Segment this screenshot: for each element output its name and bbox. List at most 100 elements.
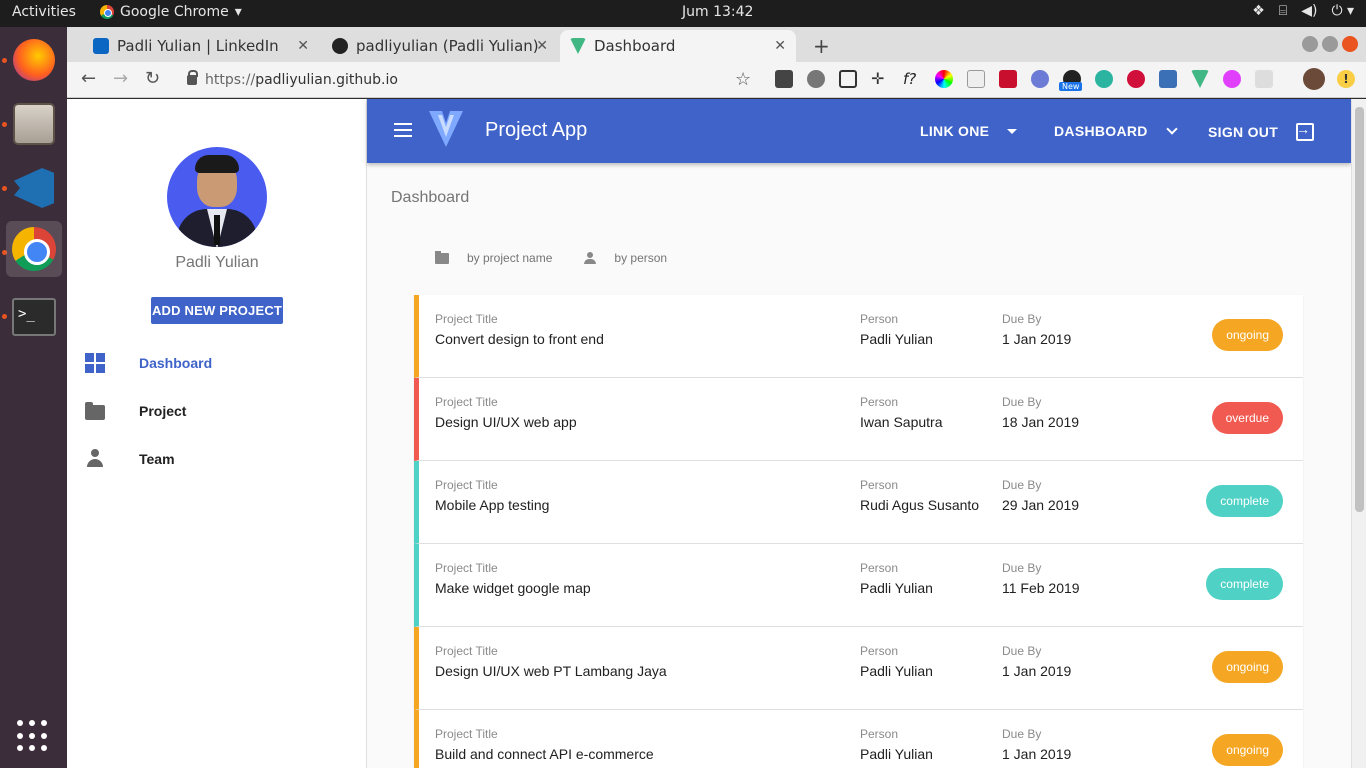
project-card[interactable]: Project Title Make widget google map Perso… <box>414 544 1303 627</box>
due-cell: Due By 1 Jan 2019 <box>1002 312 1071 347</box>
vue-devtools-icon[interactable] <box>1191 70 1209 88</box>
page-viewport: Padli Yulian ADD NEW PROJECT Dashboard P… <box>67 99 1366 768</box>
extension-icon[interactable] <box>935 70 953 88</box>
url-scheme: https:// <box>205 72 256 88</box>
page-scrollbar[interactable] <box>1351 99 1366 768</box>
terminal-icon: >_ <box>12 298 56 336</box>
project-title-cell: Project Title Convert design to front end <box>435 312 604 347</box>
nav-item-label: Project <box>139 403 187 419</box>
person-icon <box>584 252 597 264</box>
link-one-label: LINK ONE <box>920 123 990 139</box>
person-caption: Person <box>860 561 899 575</box>
tab-linkedin[interactable]: Padli Yulian | LinkedIn ✕ <box>83 30 319 62</box>
status-badge[interactable]: overdue <box>1211 402 1283 434</box>
extension-icon[interactable] <box>999 70 1017 88</box>
system-tray[interactable]: ❖ ⌸ ◀) ⏻ ▾ <box>1252 3 1354 19</box>
project-title: Mobile App testing <box>435 497 550 513</box>
tab-title: Padli Yulian | LinkedIn <box>117 37 279 55</box>
project-due-date: 1 Jan 2019 <box>1002 331 1072 347</box>
reload-button[interactable]: ↻ <box>145 68 160 89</box>
sort-by-person-button[interactable]: by person <box>580 251 671 265</box>
sort-by-project-button[interactable]: by project name <box>431 250 556 265</box>
extension-icon[interactable] <box>1223 70 1241 88</box>
person-icon <box>85 449 105 469</box>
extension-icon[interactable] <box>775 70 793 88</box>
sign-out-button[interactable]: SIGN OUT <box>1208 121 1315 141</box>
add-new-project-button[interactable]: ADD NEW PROJECT <box>151 297 283 324</box>
maximize-button[interactable] <box>1322 36 1338 52</box>
close-window-button[interactable] <box>1342 36 1358 52</box>
status-badge[interactable]: complete <box>1206 568 1283 600</box>
close-icon[interactable]: ✕ <box>536 38 548 54</box>
dropbox-icon[interactable]: ❖ <box>1252 3 1265 19</box>
status-badge[interactable]: ongoing <box>1212 651 1283 683</box>
link-one-menu-button[interactable]: LINK ONE <box>920 123 1018 139</box>
due-caption: Due By <box>1002 478 1042 492</box>
extension-icon[interactable] <box>839 70 857 88</box>
due-cell: Due By 18 Jan 2019 <box>1002 395 1079 430</box>
nav-item-project[interactable]: Project <box>67 387 367 435</box>
extension-icon[interactable] <box>1031 70 1049 88</box>
network-icon[interactable]: ⌸ <box>1279 3 1287 19</box>
project-card[interactable]: Project Title Mobile App testing Person Rud… <box>414 461 1303 544</box>
terminal-launcher[interactable]: >_ <box>6 289 62 345</box>
extension-icon[interactable] <box>1255 70 1273 88</box>
extension-icon[interactable] <box>807 70 825 88</box>
status-badge[interactable]: ongoing <box>1212 734 1283 766</box>
github-icon <box>332 38 348 54</box>
extension-icon[interactable] <box>1095 70 1113 88</box>
vscode-launcher[interactable] <box>6 160 62 216</box>
new-tab-button[interactable]: + <box>813 34 830 58</box>
nav-item-team[interactable]: Team <box>67 435 367 483</box>
extension-icon[interactable]: f? <box>903 70 921 88</box>
person-caption: Person <box>860 395 899 409</box>
back-button[interactable]: ← <box>81 68 96 89</box>
status-badge[interactable]: complete <box>1206 485 1283 517</box>
profile-avatar[interactable] <box>1303 68 1325 90</box>
person-caption: Person <box>860 644 899 658</box>
project-card[interactable]: Project Title Design UI/UX web app Person I… <box>414 378 1303 461</box>
update-menu-icon[interactable]: ! <box>1337 70 1355 88</box>
extension-icon[interactable]: New <box>1059 70 1083 91</box>
chrome-launcher[interactable] <box>6 221 62 277</box>
power-icon[interactable]: ⏻ ▾ <box>1331 3 1354 19</box>
linkedin-icon <box>93 38 109 54</box>
dock: >_ <box>0 27 67 768</box>
tab-dashboard[interactable]: Dashboard ✕ <box>560 30 796 62</box>
url-text[interactable]: https://padliyulian.github.io <box>205 72 398 88</box>
address-bar[interactable]: https://padliyulian.github.io <box>177 66 777 94</box>
volume-icon[interactable]: ◀) <box>1301 3 1317 19</box>
tab-github[interactable]: padliyulian (Padli Yulian) ✕ <box>322 30 558 62</box>
app-menu[interactable]: Google Chrome ▾ <box>100 4 242 20</box>
project-card[interactable]: Project Title Convert design to front end… <box>414 295 1303 378</box>
project-title: Design UI/UX web app <box>435 414 577 430</box>
scrollbar-thumb[interactable] <box>1355 107 1364 512</box>
project-card[interactable]: Project Title Build and connect API e-com… <box>414 710 1303 768</box>
project-due-date: 1 Jan 2019 <box>1002 746 1072 762</box>
activities-button[interactable]: Activities <box>12 4 76 20</box>
project-title: Convert design to front end <box>435 331 604 347</box>
close-icon[interactable]: ✕ <box>297 38 309 54</box>
clock[interactable]: Jum 13:42 <box>682 4 753 20</box>
nav-item-dashboard[interactable]: Dashboard <box>67 339 367 387</box>
minimize-button[interactable] <box>1302 36 1318 52</box>
project-card[interactable]: Project Title Design UI/UX web PT Lambang… <box>414 627 1303 710</box>
project-person: Padli Yulian <box>860 746 933 762</box>
dashboard-menu-button[interactable]: DASHBOARD <box>1054 123 1178 139</box>
browser-toolbar: ← → ↻ https://padliyulian.github.io ☆ ✛ … <box>67 62 1366 98</box>
due-cell: Due By 11 Feb 2019 <box>1002 561 1080 596</box>
files-launcher[interactable] <box>6 96 62 152</box>
extension-icon[interactable]: ✛ <box>871 70 889 88</box>
forward-button[interactable]: → <box>113 68 128 89</box>
lock-icon[interactable] <box>187 70 198 85</box>
extension-icon[interactable] <box>1159 70 1177 88</box>
show-applications-button[interactable] <box>17 720 49 752</box>
extension-icon[interactable] <box>967 70 985 88</box>
menu-icon[interactable] <box>394 123 412 137</box>
firefox-launcher[interactable] <box>6 32 62 88</box>
extension-icon[interactable] <box>1127 70 1145 88</box>
project-title-caption: Project Title <box>435 644 498 658</box>
close-icon[interactable]: ✕ <box>774 38 786 54</box>
bookmark-star-icon[interactable]: ☆ <box>735 69 751 90</box>
status-badge[interactable]: ongoing <box>1212 319 1283 351</box>
